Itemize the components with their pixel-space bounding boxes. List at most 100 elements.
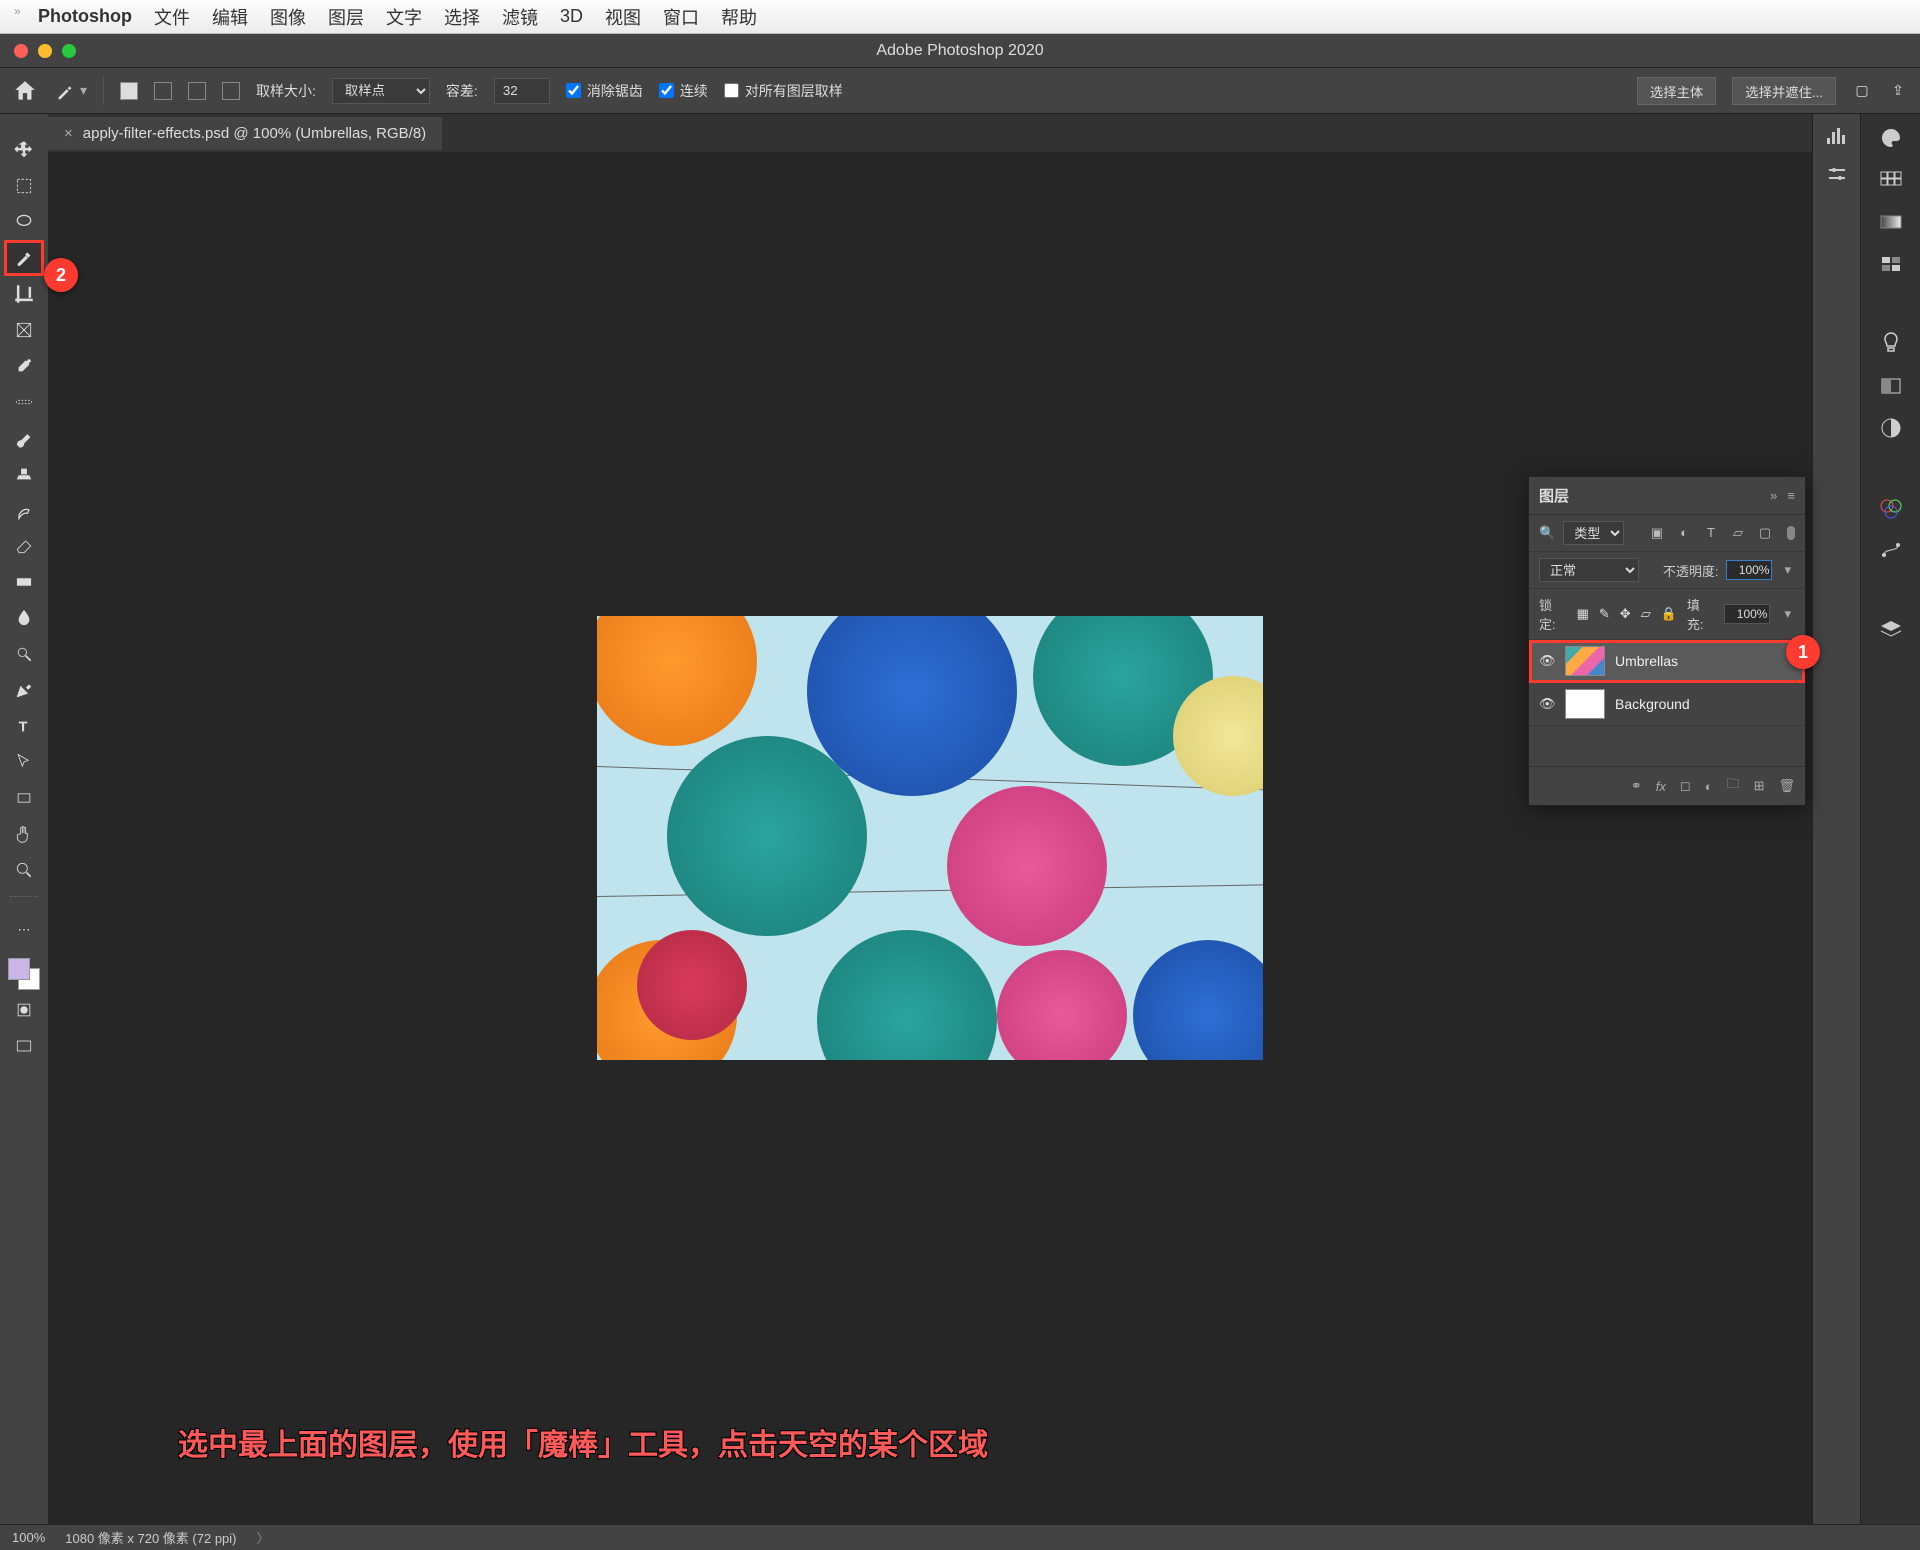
tolerance-input[interactable] <box>494 78 550 104</box>
lock-transparency-icon[interactable]: ▦ <box>1577 606 1589 622</box>
foreground-background-color[interactable] <box>8 958 40 990</box>
select-and-mask-button[interactable]: 选择并遮住... <box>1732 77 1836 105</box>
delete-layer-icon[interactable]: 🗑 <box>1778 778 1795 794</box>
tool-preset-picker[interactable]: ▾ <box>54 80 87 102</box>
sample-size-select[interactable]: 取样点 <box>332 78 430 104</box>
magic-wand-tool[interactable] <box>6 242 42 274</box>
type-tool[interactable]: T <box>6 710 42 742</box>
brush-tool[interactable] <box>6 422 42 454</box>
paths-panel-icon[interactable] <box>1875 536 1907 564</box>
filter-toggle[interactable] <box>1787 526 1795 540</box>
healing-brush-tool[interactable] <box>6 386 42 418</box>
visibility-toggle-icon[interactable]: 👁 <box>1539 696 1555 712</box>
new-layer-icon[interactable]: ⊞ <box>1754 778 1765 794</box>
add-selection-icon[interactable] <box>154 82 172 100</box>
edit-toolbar-icon[interactable]: ⋯ <box>6 914 42 946</box>
properties-panel-icon[interactable] <box>1823 162 1851 186</box>
contiguous-checkbox[interactable]: 连续 <box>659 81 708 101</box>
home-button[interactable] <box>12 78 38 104</box>
menu-filter[interactable]: 滤镜 <box>502 4 538 30</box>
layer-thumbnail[interactable] <box>1565 646 1605 676</box>
screen-mode-icon[interactable] <box>6 1030 42 1062</box>
lock-all-icon[interactable]: 🔒 <box>1661 606 1677 622</box>
history-brush-tool[interactable] <box>6 494 42 526</box>
document-dimensions[interactable]: 1080 像素 x 720 像素 (72 ppi) <box>65 1528 236 1547</box>
rectangle-tool[interactable] <box>6 782 42 814</box>
opacity-input[interactable] <box>1726 560 1772 580</box>
visibility-toggle-icon[interactable]: 👁 <box>1539 653 1555 669</box>
histogram-panel-icon[interactable] <box>1823 124 1851 148</box>
menu-view[interactable]: 视图 <box>605 4 641 30</box>
blur-tool[interactable] <box>6 602 42 634</box>
adjustment-layer-icon[interactable]: ◐ <box>1705 779 1713 794</box>
layer-mask-icon[interactable]: ◻ <box>1680 778 1691 794</box>
lock-pixels-icon[interactable]: ✎ <box>1599 606 1610 622</box>
filter-type-icon[interactable]: T <box>1703 525 1719 541</box>
collapse-panel-icon[interactable]: » <box>1770 488 1777 503</box>
fill-input[interactable] <box>1724 604 1770 624</box>
hand-tool[interactable] <box>6 818 42 850</box>
filter-shape-icon[interactable]: ▱ <box>1730 525 1746 541</box>
app-name[interactable]: Photoshop <box>38 6 132 27</box>
antialias-checkbox[interactable]: 消除锯齿 <box>566 81 643 101</box>
layer-group-icon[interactable]: 🗀 <box>1727 775 1740 797</box>
canvas[interactable] <box>597 616 1263 1060</box>
libraries-panel-icon[interactable] <box>1875 372 1907 400</box>
menu-edit[interactable]: 编辑 <box>212 4 248 30</box>
panel-menu-icon[interactable]: ≡ <box>1787 488 1795 503</box>
quick-mask-icon[interactable] <box>6 994 42 1026</box>
lock-artboard-icon[interactable]: ▱ <box>1641 606 1651 622</box>
channels-panel-icon[interactable] <box>1875 494 1907 522</box>
intersect-selection-icon[interactable] <box>222 82 240 100</box>
zoom-tool[interactable] <box>6 854 42 886</box>
opacity-dropdown-icon[interactable]: ▾ <box>1780 562 1795 578</box>
menu-file[interactable]: 文件 <box>154 4 190 30</box>
layer-thumbnail[interactable] <box>1565 689 1605 719</box>
menu-select[interactable]: 选择 <box>444 4 480 30</box>
gradient-tool[interactable] <box>6 566 42 598</box>
close-tab-icon[interactable]: × <box>64 125 73 142</box>
path-selection-tool[interactable] <box>6 746 42 778</box>
adjustments-panel-icon[interactable] <box>1875 414 1907 442</box>
clone-stamp-tool[interactable] <box>6 458 42 490</box>
layer-name[interactable]: Background <box>1615 696 1690 712</box>
move-tool[interactable] <box>6 134 42 166</box>
color-panel-icon[interactable] <box>1875 124 1907 152</box>
menu-help[interactable]: 帮助 <box>721 4 757 30</box>
document-tab[interactable]: × apply-filter-effects.psd @ 100% (Umbre… <box>48 117 442 150</box>
zoom-level[interactable]: 100% <box>12 1530 45 1545</box>
marquee-tool[interactable] <box>6 170 42 202</box>
layer-row-background[interactable]: 👁 Background <box>1529 683 1805 726</box>
eyedropper-tool[interactable] <box>6 350 42 382</box>
menu-type[interactable]: 文字 <box>386 4 422 30</box>
swatches-panel-icon[interactable] <box>1875 166 1907 194</box>
lock-position-icon[interactable]: ✥ <box>1620 606 1631 622</box>
menu-window[interactable]: 窗口 <box>663 4 699 30</box>
status-chevron-icon[interactable]: 〉 <box>257 1528 270 1547</box>
collapse-tools-icon[interactable]: » <box>14 4 21 18</box>
close-window-button[interactable] <box>14 44 28 58</box>
share-icon[interactable]: ⇪ <box>1888 82 1908 99</box>
fill-dropdown-icon[interactable]: ▾ <box>1780 606 1795 622</box>
pen-tool[interactable] <box>6 674 42 706</box>
menu-3d[interactable]: 3D <box>560 6 583 27</box>
layers-panel-icon[interactable] <box>1875 616 1907 644</box>
canvas-viewport[interactable]: 选中最上面的图层，使用「魔棒」工具，点击天空的某个区域 <box>48 152 1812 1524</box>
filter-pixel-icon[interactable]: ▣ <box>1649 525 1665 541</box>
filter-adjustment-icon[interactable]: ◐ <box>1676 525 1692 541</box>
patterns-panel-icon[interactable] <box>1875 250 1907 278</box>
dodge-tool[interactable] <box>6 638 42 670</box>
filter-smart-icon[interactable]: ▢ <box>1757 525 1773 541</box>
layer-row-umbrellas[interactable]: 👁 Umbrellas <box>1529 640 1805 683</box>
crop-tool[interactable] <box>6 278 42 310</box>
panel-toggle-icon[interactable]: ▢ <box>1852 82 1872 99</box>
link-layers-icon[interactable]: ⚭ <box>1631 778 1642 794</box>
layer-name[interactable]: Umbrellas <box>1615 653 1678 669</box>
menu-layer[interactable]: 图层 <box>328 4 364 30</box>
new-selection-icon[interactable] <box>120 82 138 100</box>
sample-all-layers-checkbox[interactable]: 对所有图层取样 <box>724 81 843 101</box>
layer-filter-select[interactable]: 类型 <box>1563 521 1624 545</box>
frame-tool[interactable] <box>6 314 42 346</box>
layer-style-icon[interactable]: fx <box>1656 779 1666 794</box>
subtract-selection-icon[interactable] <box>188 82 206 100</box>
